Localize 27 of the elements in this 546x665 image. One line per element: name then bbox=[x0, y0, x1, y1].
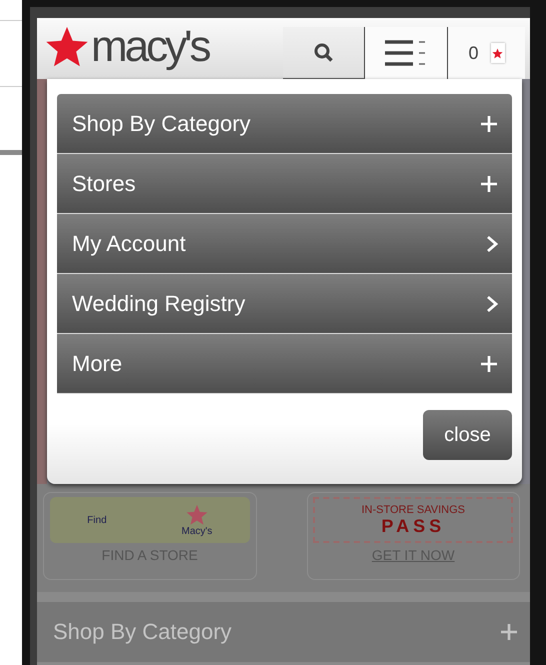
logo[interactable]: macy's bbox=[91, 25, 209, 69]
promo-caption: Find bbox=[87, 514, 107, 526]
chevron-right-icon bbox=[486, 294, 498, 312]
star-icon bbox=[45, 25, 89, 69]
divider-bar bbox=[0, 150, 22, 155]
menu-item[interactable]: Wedding Registry bbox=[57, 274, 512, 334]
plus-icon bbox=[480, 174, 498, 192]
search-icon bbox=[312, 42, 334, 64]
menu-button[interactable] bbox=[365, 27, 447, 79]
menu-row-label: Shop By Category bbox=[53, 619, 232, 645]
menu-icon bbox=[385, 39, 427, 67]
menu-item[interactable]: Shop By Category bbox=[57, 94, 512, 154]
badge-title: PASS bbox=[381, 516, 446, 536]
chevron-right-icon bbox=[486, 234, 498, 252]
star-icon bbox=[186, 504, 208, 526]
bag-button[interactable]: 0 bbox=[447, 27, 525, 79]
menu-item[interactable]: Stores bbox=[57, 154, 512, 214]
plus-icon bbox=[480, 354, 498, 372]
badge-caption: IN-STORE SAVINGS bbox=[361, 504, 465, 516]
menu-item[interactable]: My Account bbox=[57, 214, 512, 274]
plus-icon bbox=[480, 114, 498, 132]
menu-item[interactable]: More bbox=[57, 334, 512, 394]
search-button[interactable] bbox=[283, 27, 365, 79]
bag-star-icon bbox=[492, 48, 503, 58]
promo-brand: Macy's bbox=[181, 526, 212, 536]
plus-icon bbox=[500, 623, 518, 641]
close-button[interactable]: close bbox=[423, 410, 512, 460]
